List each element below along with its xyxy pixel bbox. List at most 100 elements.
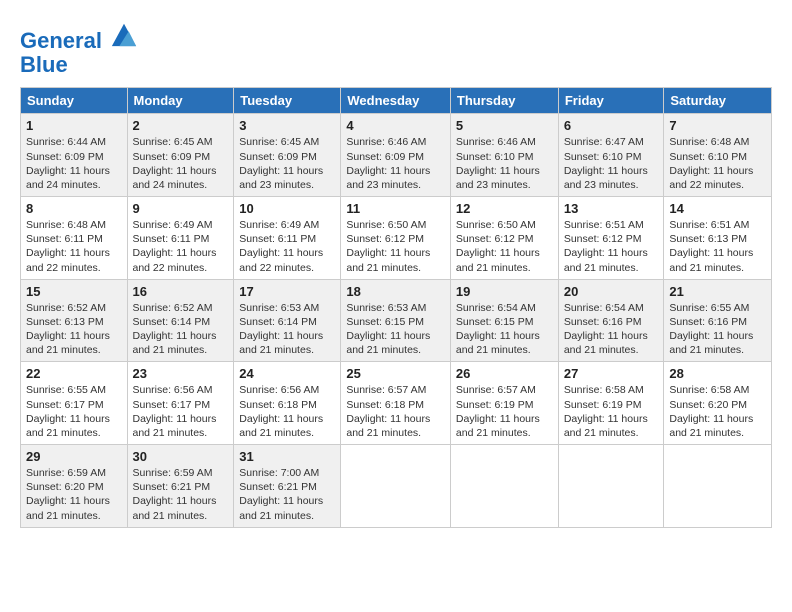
sunrise-label: Sunrise: 6:52 AM [133,302,213,314]
day-info: Sunrise: 6:46 AM Sunset: 6:10 PM Dayligh… [456,135,553,192]
logo-text: General [20,20,138,53]
sunset-label: Sunset: 6:14 PM [239,316,317,328]
daylight-label: Daylight: 11 hours and 22 minutes. [26,247,110,273]
sunrise-label: Sunrise: 6:49 AM [133,219,213,231]
day-info: Sunrise: 6:55 AM Sunset: 6:17 PM Dayligh… [26,383,122,440]
day-info: Sunrise: 6:49 AM Sunset: 6:11 PM Dayligh… [239,218,335,275]
day-info: Sunrise: 6:56 AM Sunset: 6:18 PM Dayligh… [239,383,335,440]
logo-subtext: Blue [20,53,138,77]
day-number: 14 [669,201,766,216]
day-number: 30 [133,449,229,464]
sunset-label: Sunset: 6:16 PM [669,316,747,328]
sunrise-label: Sunrise: 6:47 AM [564,136,644,148]
daylight-label: Daylight: 11 hours and 21 minutes. [456,330,540,356]
day-info: Sunrise: 6:45 AM Sunset: 6:09 PM Dayligh… [133,135,229,192]
sunset-label: Sunset: 6:09 PM [346,151,424,163]
calendar-cell: 10 Sunrise: 6:49 AM Sunset: 6:11 PM Dayl… [234,197,341,280]
sunset-label: Sunset: 6:21 PM [133,481,211,493]
day-info: Sunrise: 7:00 AM Sunset: 6:21 PM Dayligh… [239,466,335,523]
sunrise-label: Sunrise: 6:53 AM [239,302,319,314]
day-number: 9 [133,201,229,216]
daylight-label: Daylight: 11 hours and 21 minutes. [564,247,648,273]
sunset-label: Sunset: 6:21 PM [239,481,317,493]
day-number: 2 [133,118,229,133]
day-info: Sunrise: 6:55 AM Sunset: 6:16 PM Dayligh… [669,301,766,358]
sunrise-label: Sunrise: 6:54 AM [456,302,536,314]
day-info: Sunrise: 6:50 AM Sunset: 6:12 PM Dayligh… [456,218,553,275]
page: General Blue Sunday Monday [0,0,792,612]
day-number: 31 [239,449,335,464]
calendar-cell: 13 Sunrise: 6:51 AM Sunset: 6:12 PM Dayl… [558,197,664,280]
day-info: Sunrise: 6:59 AM Sunset: 6:21 PM Dayligh… [133,466,229,523]
sunset-label: Sunset: 6:20 PM [669,399,747,411]
daylight-label: Daylight: 11 hours and 21 minutes. [564,330,648,356]
day-number: 15 [26,284,122,299]
day-number: 28 [669,366,766,381]
daylight-label: Daylight: 11 hours and 21 minutes. [133,495,217,521]
sunrise-label: Sunrise: 6:52 AM [26,302,106,314]
calendar-week-row: 8 Sunrise: 6:48 AM Sunset: 6:11 PM Dayli… [21,197,772,280]
daylight-label: Daylight: 11 hours and 23 minutes. [456,165,540,191]
sunrise-label: Sunrise: 6:59 AM [133,467,213,479]
sunrise-label: Sunrise: 6:53 AM [346,302,426,314]
calendar-cell: 21 Sunrise: 6:55 AM Sunset: 6:16 PM Dayl… [664,279,772,362]
sunset-label: Sunset: 6:10 PM [669,151,747,163]
day-number: 24 [239,366,335,381]
sunset-label: Sunset: 6:10 PM [456,151,534,163]
sunset-label: Sunset: 6:15 PM [346,316,424,328]
sunset-label: Sunset: 6:09 PM [26,151,104,163]
calendar-week-row: 22 Sunrise: 6:55 AM Sunset: 6:17 PM Dayl… [21,362,772,445]
col-wednesday: Wednesday [341,88,451,114]
day-info: Sunrise: 6:49 AM Sunset: 6:11 PM Dayligh… [133,218,229,275]
daylight-label: Daylight: 11 hours and 21 minutes. [456,247,540,273]
daylight-label: Daylight: 11 hours and 21 minutes. [564,413,648,439]
day-number: 10 [239,201,335,216]
day-info: Sunrise: 6:57 AM Sunset: 6:18 PM Dayligh… [346,383,445,440]
daylight-label: Daylight: 11 hours and 22 minutes. [669,165,753,191]
day-number: 13 [564,201,659,216]
sunrise-label: Sunrise: 6:50 AM [346,219,426,231]
col-monday: Monday [127,88,234,114]
day-info: Sunrise: 6:58 AM Sunset: 6:20 PM Dayligh… [669,383,766,440]
day-info: Sunrise: 6:54 AM Sunset: 6:15 PM Dayligh… [456,301,553,358]
day-number: 3 [239,118,335,133]
sunset-label: Sunset: 6:09 PM [239,151,317,163]
day-number: 12 [456,201,553,216]
day-info: Sunrise: 6:53 AM Sunset: 6:15 PM Dayligh… [346,301,445,358]
sunset-label: Sunset: 6:14 PM [133,316,211,328]
calendar-week-row: 29 Sunrise: 6:59 AM Sunset: 6:20 PM Dayl… [21,445,772,528]
day-number: 19 [456,284,553,299]
calendar-cell: 9 Sunrise: 6:49 AM Sunset: 6:11 PM Dayli… [127,197,234,280]
calendar-cell: 6 Sunrise: 6:47 AM Sunset: 6:10 PM Dayli… [558,114,664,197]
daylight-label: Daylight: 11 hours and 21 minutes. [346,413,430,439]
sunset-label: Sunset: 6:11 PM [133,233,210,245]
sunrise-label: Sunrise: 6:49 AM [239,219,319,231]
sunset-label: Sunset: 6:19 PM [564,399,642,411]
sunset-label: Sunset: 6:18 PM [346,399,424,411]
sunrise-label: Sunrise: 6:55 AM [669,302,749,314]
daylight-label: Daylight: 11 hours and 22 minutes. [239,247,323,273]
daylight-label: Daylight: 11 hours and 21 minutes. [669,330,753,356]
calendar-table: Sunday Monday Tuesday Wednesday Thursday… [20,87,772,527]
sunrise-label: Sunrise: 6:58 AM [564,384,644,396]
day-number: 5 [456,118,553,133]
sunrise-label: Sunrise: 6:54 AM [564,302,644,314]
calendar-cell: 4 Sunrise: 6:46 AM Sunset: 6:09 PM Dayli… [341,114,451,197]
sunset-label: Sunset: 6:11 PM [239,233,316,245]
sunrise-label: Sunrise: 6:59 AM [26,467,106,479]
sunrise-label: Sunrise: 6:48 AM [669,136,749,148]
daylight-label: Daylight: 11 hours and 21 minutes. [26,495,110,521]
sunset-label: Sunset: 6:17 PM [26,399,104,411]
sunrise-label: Sunrise: 6:51 AM [564,219,644,231]
day-number: 27 [564,366,659,381]
daylight-label: Daylight: 11 hours and 21 minutes. [346,330,430,356]
sunset-label: Sunset: 6:10 PM [564,151,642,163]
day-info: Sunrise: 6:56 AM Sunset: 6:17 PM Dayligh… [133,383,229,440]
calendar-cell: 17 Sunrise: 6:53 AM Sunset: 6:14 PM Dayl… [234,279,341,362]
calendar-cell: 15 Sunrise: 6:52 AM Sunset: 6:13 PM Dayl… [21,279,128,362]
sunset-label: Sunset: 6:16 PM [564,316,642,328]
daylight-label: Daylight: 11 hours and 21 minutes. [669,247,753,273]
daylight-label: Daylight: 11 hours and 22 minutes. [133,247,217,273]
day-number: 20 [564,284,659,299]
sunset-label: Sunset: 6:13 PM [26,316,104,328]
